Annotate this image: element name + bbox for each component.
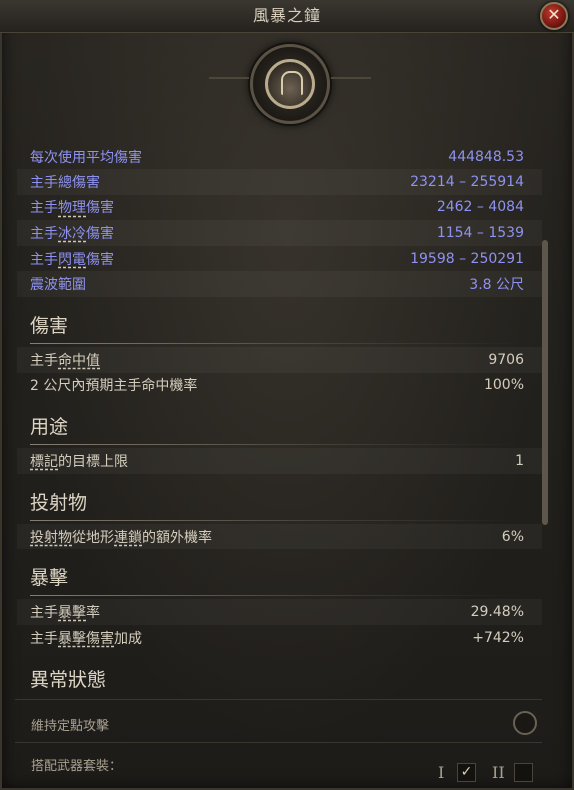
- stat-value: 1154 – 1539: [436, 224, 524, 241]
- stat-row: 主手命中值 9706: [17, 346, 542, 373]
- section-title: 暴擊: [30, 567, 69, 590]
- weapon-set-label: 搭配武器套裝：: [31, 759, 123, 774]
- section-divider: [30, 519, 524, 521]
- stat-value: +742%: [472, 629, 524, 646]
- stat-label: 震波範圍: [30, 277, 86, 294]
- skill-details-window: 風暴之鐘 ✕ 每次使用平均傷害 444848.53 主手總傷害 23214 – …: [0, 0, 574, 790]
- section-title: 投射物: [30, 491, 88, 514]
- stat-value: 3.8 公尺: [469, 277, 524, 294]
- keyword-link[interactable]: 暴擊: [58, 605, 86, 621]
- stat-label: 主手總傷害: [30, 174, 100, 191]
- stat-value: 2462 – 4084: [436, 199, 524, 216]
- keyword-link[interactable]: 投射物: [30, 530, 72, 546]
- footer-divider: [15, 699, 542, 700]
- section-damage: 傷害: [17, 297, 542, 347]
- skill-emblem: [209, 44, 371, 124]
- stat-row: 主手物理傷害 2462 – 4084: [17, 195, 542, 221]
- keyword-link[interactable]: 標記: [30, 454, 58, 470]
- section-divider: [30, 595, 524, 597]
- stat-row: 標記的目標上限 1: [17, 448, 542, 474]
- stat-row: 主手閃電傷害 19598 – 250291: [17, 246, 542, 272]
- stat-row: 震波範圍 3.8 公尺: [17, 271, 542, 297]
- section-usage: 用途: [17, 398, 542, 448]
- stat-row: 主手總傷害 23214 – 255914: [17, 169, 542, 195]
- keyword-link[interactable]: 暴擊傷害: [58, 631, 114, 647]
- stat-label: 主手閃電傷害: [30, 251, 114, 268]
- stat-label: 投射物從地形連鎖的額外機率: [30, 529, 212, 546]
- stat-label: 主手暴擊傷害加成: [30, 630, 142, 647]
- stat-row: 主手暴擊傷害加成 +742%: [17, 625, 542, 651]
- footer-divider: [15, 742, 542, 743]
- bell-icon: [281, 71, 303, 95]
- stat-label: 主手物理傷害: [30, 200, 114, 217]
- stat-label: 主手暴擊率: [30, 605, 100, 622]
- stat-row: 投射物從地形連鎖的額外機率 6%: [17, 523, 542, 550]
- stat-label: 主手冰冷傷害: [30, 225, 114, 242]
- ornament-left: [209, 77, 249, 79]
- stat-value: 29.48%: [470, 604, 524, 621]
- weapon-set-two-checkbox[interactable]: [514, 763, 533, 782]
- stat-value: 1: [515, 452, 524, 469]
- keyword-link[interactable]: 連鎖: [114, 530, 142, 546]
- stat-value: 23214 – 255914: [410, 173, 524, 190]
- stat-row: 每次使用平均傷害 444848.53: [17, 145, 542, 169]
- weapon-set-two-label: II: [492, 763, 505, 782]
- section-crit: 暴擊: [17, 549, 542, 599]
- section-projectile: 投射物: [17, 474, 542, 524]
- stat-value: 444848.53: [448, 149, 524, 165]
- stat-label: 標記的目標上限: [30, 453, 128, 470]
- stat-row: 主手暴擊率 29.48%: [17, 599, 542, 625]
- section-title: 傷害: [30, 314, 69, 337]
- stat-value: 100%: [483, 377, 524, 394]
- stat-value: 6%: [501, 528, 524, 545]
- stat-value: 19598 – 250291: [410, 250, 524, 267]
- section-divider: [30, 444, 524, 446]
- keyword-link[interactable]: 物理: [58, 200, 86, 216]
- close-button[interactable]: ✕: [540, 2, 568, 30]
- keyword-link[interactable]: 命中值: [58, 353, 100, 369]
- weapon-set-one-label: I: [438, 763, 445, 782]
- stat-label: 主手命中值: [30, 352, 100, 369]
- section-title: 用途: [30, 416, 69, 439]
- section-title: 異常狀態: [30, 668, 107, 688]
- stat-row: 主手冰冷傷害 1154 – 1539: [17, 220, 542, 246]
- stats-scroll-area[interactable]: 每次使用平均傷害 444848.53 主手總傷害 23214 – 255914 …: [17, 145, 542, 688]
- bell-emblem-icon: [265, 59, 315, 109]
- stat-label: 2 公尺內預期主手命中機率: [30, 378, 198, 395]
- keyword-link[interactable]: 閃電: [58, 252, 86, 268]
- stat-value: 9706: [488, 351, 524, 368]
- hold-position-label: 維持定點攻擊: [31, 719, 110, 734]
- section-divider: [30, 342, 524, 344]
- stat-row: 2 公尺內預期主手命中機率 100%: [17, 373, 542, 399]
- scrollbar-thumb[interactable]: [542, 240, 548, 525]
- section-status: 異常狀態: [17, 651, 542, 688]
- weapon-set-one-checkbox[interactable]: ✓: [457, 763, 476, 782]
- stat-label: 每次使用平均傷害: [30, 150, 142, 166]
- keyword-link[interactable]: 冰冷: [58, 226, 86, 242]
- window-title: 風暴之鐘: [252, 6, 321, 25]
- hold-position-toggle[interactable]: [513, 711, 537, 735]
- ornament-right: [331, 77, 371, 79]
- title-bar: 風暴之鐘 ✕: [0, 0, 574, 33]
